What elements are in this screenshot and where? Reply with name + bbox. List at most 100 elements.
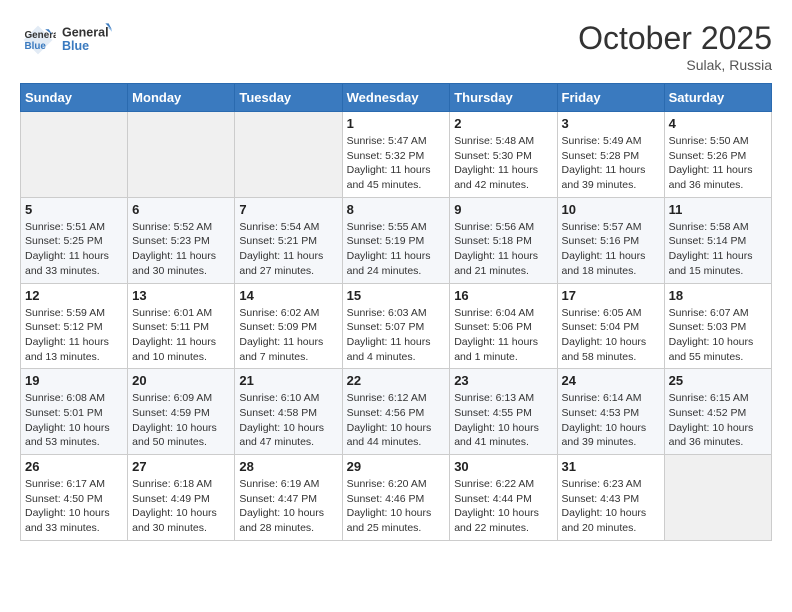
logo-icon: General Blue: [20, 22, 56, 58]
day-info: Sunrise: 5:55 AM Sunset: 5:19 PM Dayligh…: [347, 220, 446, 279]
svg-text:General: General: [62, 26, 109, 40]
day-info: Sunrise: 6:02 AM Sunset: 5:09 PM Dayligh…: [239, 306, 337, 365]
calendar-cell: 7 Sunrise: 5:54 AM Sunset: 5:21 PM Daylig…: [235, 197, 342, 283]
title-block: October 2025 Sulak, Russia: [578, 20, 772, 73]
day-number: 31: [562, 459, 660, 474]
day-info: Sunrise: 6:20 AM Sunset: 4:46 PM Dayligh…: [347, 477, 446, 536]
day-number: 19: [25, 373, 123, 388]
day-number: 23: [454, 373, 552, 388]
day-number: 9: [454, 202, 552, 217]
day-number: 1: [347, 116, 446, 131]
day-number: 10: [562, 202, 660, 217]
day-number: 2: [454, 116, 552, 131]
day-info: Sunrise: 5:59 AM Sunset: 5:12 PM Dayligh…: [25, 306, 123, 365]
calendar-cell: 3 Sunrise: 5:49 AM Sunset: 5:28 PM Daylig…: [557, 112, 664, 198]
day-info: Sunrise: 6:18 AM Sunset: 4:49 PM Dayligh…: [132, 477, 230, 536]
calendar-cell: 16Sunrise: 6:04 AM Sunset: 5:06 PM Dayli…: [450, 283, 557, 369]
day-number: 13: [132, 288, 230, 303]
calendar-cell: 9 Sunrise: 5:56 AM Sunset: 5:18 PM Daylig…: [450, 197, 557, 283]
calendar-cell: 10 Sunrise: 5:57 AM Sunset: 5:16 PM Dayli…: [557, 197, 664, 283]
day-number: 24: [562, 373, 660, 388]
day-info: Sunrise: 6:03 AM Sunset: 5:07 PM Dayligh…: [347, 306, 446, 365]
day-info: Sunrise: 5:57 AM Sunset: 5:16 PM Dayligh…: [562, 220, 660, 279]
calendar-cell: 28 Sunrise: 6:19 AM Sunset: 4:47 PM Dayli…: [235, 455, 342, 541]
calendar-cell: 22Sunrise: 6:12 AM Sunset: 4:56 PM Dayli…: [342, 369, 450, 455]
day-info: Sunrise: 6:10 AM Sunset: 4:58 PM Dayligh…: [239, 391, 337, 450]
day-number: 3: [562, 116, 660, 131]
day-number: 28: [239, 459, 337, 474]
day-number: 5: [25, 202, 123, 217]
calendar-table: SundayMondayTuesdayWednesdayThursdayFrid…: [20, 83, 772, 541]
calendar-week-4: 19Sunrise: 6:08 AM Sunset: 5:01 PM Dayli…: [21, 369, 772, 455]
month-title: October 2025: [578, 20, 772, 57]
calendar-cell: [21, 112, 128, 198]
logo-svg: General Blue: [62, 20, 112, 60]
day-number: 14: [239, 288, 337, 303]
calendar-cell: 30Sunrise: 6:22 AM Sunset: 4:44 PM Dayli…: [450, 455, 557, 541]
location: Sulak, Russia: [578, 57, 772, 73]
day-info: Sunrise: 5:51 AM Sunset: 5:25 PM Dayligh…: [25, 220, 123, 279]
calendar-cell: 19Sunrise: 6:08 AM Sunset: 5:01 PM Dayli…: [21, 369, 128, 455]
calendar-cell: 26 Sunrise: 6:17 AM Sunset: 4:50 PM Dayli…: [21, 455, 128, 541]
calendar-cell: [664, 455, 771, 541]
weekday-header-tuesday: Tuesday: [235, 84, 342, 112]
day-info: Sunrise: 6:14 AM Sunset: 4:53 PM Dayligh…: [562, 391, 660, 450]
weekday-header-monday: Monday: [128, 84, 235, 112]
calendar-cell: 20Sunrise: 6:09 AM Sunset: 4:59 PM Dayli…: [128, 369, 235, 455]
day-number: 7: [239, 202, 337, 217]
weekday-header-saturday: Saturday: [664, 84, 771, 112]
day-number: 4: [669, 116, 767, 131]
calendar-cell: 13Sunrise: 6:01 AM Sunset: 5:11 PM Dayli…: [128, 283, 235, 369]
day-number: 25: [669, 373, 767, 388]
day-info: Sunrise: 6:07 AM Sunset: 5:03 PM Dayligh…: [669, 306, 767, 365]
day-number: 22: [347, 373, 446, 388]
calendar-week-1: 1 Sunrise: 5:47 AM Sunset: 5:32 PM Daylig…: [21, 112, 772, 198]
weekday-header-row: SundayMondayTuesdayWednesdayThursdayFrid…: [21, 84, 772, 112]
weekday-header-wednesday: Wednesday: [342, 84, 450, 112]
day-number: 21: [239, 373, 337, 388]
day-number: 16: [454, 288, 552, 303]
day-number: 18: [669, 288, 767, 303]
calendar-cell: 27 Sunrise: 6:18 AM Sunset: 4:49 PM Dayli…: [128, 455, 235, 541]
calendar-cell: 4Sunrise: 5:50 AM Sunset: 5:26 PM Daylig…: [664, 112, 771, 198]
day-number: 26: [25, 459, 123, 474]
svg-text:Blue: Blue: [25, 41, 47, 52]
page-header: General Blue General Blue October 2025 S…: [20, 20, 772, 73]
calendar-cell: 23Sunrise: 6:13 AM Sunset: 4:55 PM Dayli…: [450, 369, 557, 455]
calendar-cell: 1 Sunrise: 5:47 AM Sunset: 5:32 PM Daylig…: [342, 112, 450, 198]
calendar-week-3: 12 Sunrise: 5:59 AM Sunset: 5:12 PM Dayli…: [21, 283, 772, 369]
calendar-cell: 24 Sunrise: 6:14 AM Sunset: 4:53 PM Dayli…: [557, 369, 664, 455]
day-info: Sunrise: 6:23 AM Sunset: 4:43 PM Dayligh…: [562, 477, 660, 536]
day-number: 11: [669, 202, 767, 217]
day-number: 30: [454, 459, 552, 474]
calendar-cell: 17 Sunrise: 6:05 AM Sunset: 5:04 PM Dayli…: [557, 283, 664, 369]
calendar-cell: 29Sunrise: 6:20 AM Sunset: 4:46 PM Dayli…: [342, 455, 450, 541]
calendar-cell: 12 Sunrise: 5:59 AM Sunset: 5:12 PM Dayli…: [21, 283, 128, 369]
day-info: Sunrise: 6:05 AM Sunset: 5:04 PM Dayligh…: [562, 306, 660, 365]
calendar-cell: [235, 112, 342, 198]
day-info: Sunrise: 5:52 AM Sunset: 5:23 PM Dayligh…: [132, 220, 230, 279]
calendar-cell: 25Sunrise: 6:15 AM Sunset: 4:52 PM Dayli…: [664, 369, 771, 455]
day-number: 27: [132, 459, 230, 474]
day-info: Sunrise: 6:17 AM Sunset: 4:50 PM Dayligh…: [25, 477, 123, 536]
calendar-cell: 31 Sunrise: 6:23 AM Sunset: 4:43 PM Dayli…: [557, 455, 664, 541]
calendar-cell: 5 Sunrise: 5:51 AM Sunset: 5:25 PM Daylig…: [21, 197, 128, 283]
day-info: Sunrise: 6:19 AM Sunset: 4:47 PM Dayligh…: [239, 477, 337, 536]
calendar-cell: 6Sunrise: 5:52 AM Sunset: 5:23 PM Daylig…: [128, 197, 235, 283]
day-info: Sunrise: 5:47 AM Sunset: 5:32 PM Dayligh…: [347, 134, 446, 193]
day-info: Sunrise: 5:49 AM Sunset: 5:28 PM Dayligh…: [562, 134, 660, 193]
logo: General Blue General Blue: [20, 20, 112, 60]
day-number: 8: [347, 202, 446, 217]
weekday-header-thursday: Thursday: [450, 84, 557, 112]
day-info: Sunrise: 5:56 AM Sunset: 5:18 PM Dayligh…: [454, 220, 552, 279]
day-number: 12: [25, 288, 123, 303]
svg-text:Blue: Blue: [62, 39, 89, 53]
calendar-cell: 8 Sunrise: 5:55 AM Sunset: 5:19 PM Daylig…: [342, 197, 450, 283]
weekday-header-sunday: Sunday: [21, 84, 128, 112]
calendar-week-5: 26 Sunrise: 6:17 AM Sunset: 4:50 PM Dayli…: [21, 455, 772, 541]
day-info: Sunrise: 5:58 AM Sunset: 5:14 PM Dayligh…: [669, 220, 767, 279]
weekday-header-friday: Friday: [557, 84, 664, 112]
calendar-cell: [128, 112, 235, 198]
day-number: 17: [562, 288, 660, 303]
day-info: Sunrise: 5:54 AM Sunset: 5:21 PM Dayligh…: [239, 220, 337, 279]
